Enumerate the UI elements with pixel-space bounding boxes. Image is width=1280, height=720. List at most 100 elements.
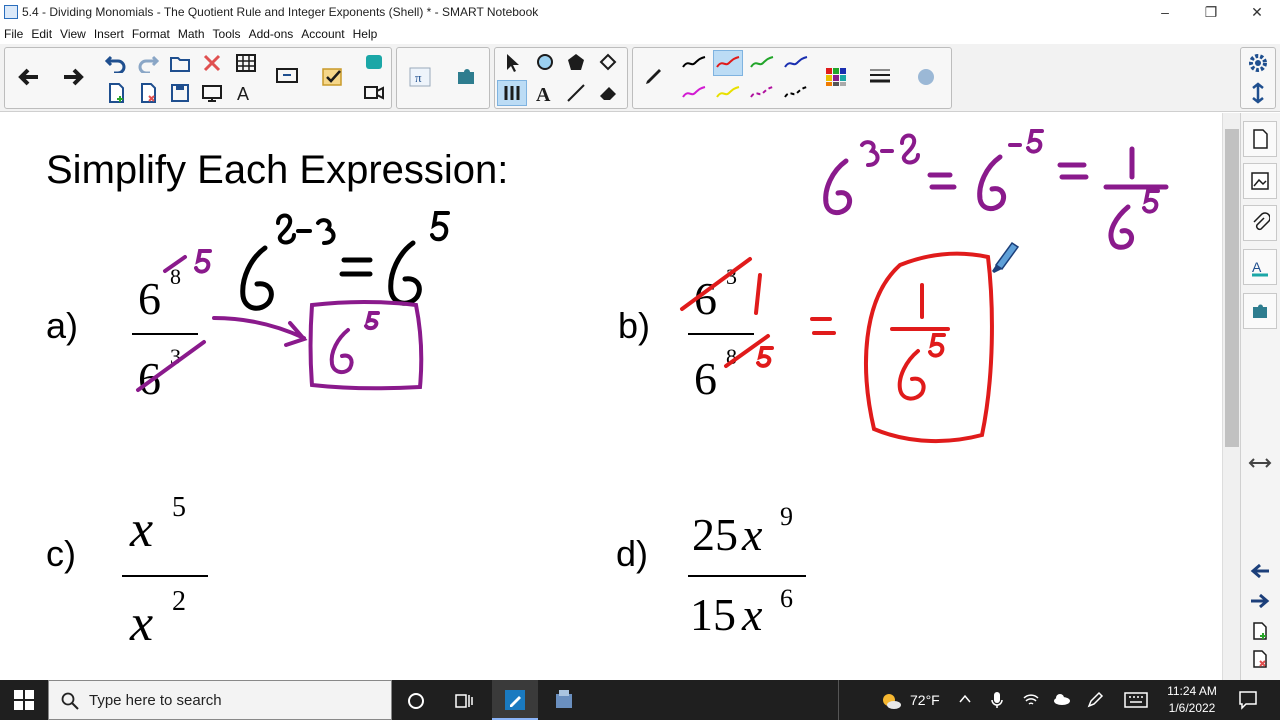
show-hidden-icons-icon[interactable] <box>958 692 972 709</box>
delete-page-icon[interactable] <box>133 80 163 106</box>
pen-style-yellow[interactable] <box>713 80 743 106</box>
vertical-scrollbar[interactable] <box>1222 113 1240 680</box>
weather-temperature[interactable]: 72°F <box>910 692 940 708</box>
line-thickness-icon[interactable] <box>865 64 895 90</box>
text-icon[interactable]: A <box>231 80 261 106</box>
toolbar-group-file: A <box>4 47 392 109</box>
puzzle-icon[interactable] <box>451 64 481 90</box>
pen-style-magenta[interactable] <box>679 80 709 106</box>
remove-page-icon[interactable] <box>1243 641 1277 677</box>
side-panel: A <box>1240 113 1280 680</box>
gear-icon[interactable] <box>1243 50 1273 76</box>
ink-b-purple-work <box>823 129 1169 250</box>
pen-cursor-icon <box>992 241 1020 273</box>
gallery-icon[interactable] <box>1243 163 1277 199</box>
minimize-button[interactable]: – <box>1142 0 1188 24</box>
menu-math[interactable]: Math <box>174 27 209 41</box>
line-icon[interactable] <box>561 80 591 106</box>
regular-polygon-icon[interactable] <box>561 50 591 76</box>
toolbar-group-pen-properties <box>632 47 952 109</box>
addons-puzzle-icon[interactable] <box>1243 293 1277 329</box>
menu-help[interactable]: Help <box>349 27 382 41</box>
svg-text:π: π <box>415 70 422 85</box>
undo-icon[interactable] <box>101 50 131 76</box>
clock-time: 11:24 AM <box>1167 684 1217 698</box>
menu-insert[interactable]: Insert <box>90 27 128 41</box>
ink-a-purple-work <box>136 249 424 392</box>
text-tool-icon[interactable]: A <box>529 80 559 106</box>
menu-edit[interactable]: Edit <box>27 27 56 41</box>
svg-text:A: A <box>536 84 551 104</box>
svg-text:A: A <box>237 84 249 103</box>
toolbar: A π A <box>0 44 1280 112</box>
menu-addons[interactable]: Add-ons <box>245 27 298 41</box>
search-icon <box>61 692 79 710</box>
pen-style-black-dashed[interactable] <box>781 80 811 106</box>
menu-format[interactable]: Format <box>128 27 174 41</box>
arrow-left-icon[interactable] <box>13 64 43 90</box>
keyboard-icon[interactable] <box>1124 692 1148 711</box>
delete-icon[interactable] <box>197 50 227 76</box>
pen-type-icon[interactable] <box>639 64 669 90</box>
weather-icon[interactable] <box>880 691 902 714</box>
screen-capture-icon[interactable] <box>197 80 227 106</box>
microphone-icon[interactable] <box>990 690 1004 713</box>
taskbar-smart-notebook-app[interactable] <box>492 680 538 720</box>
toolbar-group-addons: π <box>396 47 490 109</box>
math-pi-icon[interactable]: π <box>405 64 435 90</box>
svg-text:A: A <box>1252 259 1262 275</box>
fill-effects-icon[interactable] <box>911 64 941 90</box>
maximize-button[interactable]: ❐ <box>1188 0 1234 24</box>
menu-tools[interactable]: Tools <box>209 27 245 41</box>
color-palette-icon[interactable] <box>821 64 851 90</box>
window-title: 5.4 - Dividing Monomials - The Quotient … <box>22 5 539 19</box>
open-folder-icon[interactable] <box>165 50 195 76</box>
wifi-icon[interactable] <box>1022 692 1040 711</box>
window-controls: – ❐ ✕ <box>1142 0 1280 24</box>
activity-icon[interactable] <box>319 64 349 90</box>
properties-icon[interactable]: A <box>1243 249 1277 285</box>
pens-icon[interactable] <box>497 80 527 106</box>
windows-start-icon[interactable] <box>14 690 34 713</box>
redo-icon[interactable] <box>133 50 163 76</box>
task-view-icon[interactable] <box>454 691 474 714</box>
pen-style-red[interactable] <box>713 50 743 76</box>
response-icon[interactable] <box>359 50 389 76</box>
save-icon[interactable] <box>165 80 195 106</box>
clock[interactable]: 11:24 AM 1/6/2022 <box>1160 683 1224 717</box>
attachments-icon[interactable] <box>1243 205 1277 241</box>
menu-account[interactable]: Account <box>297 27 348 41</box>
new-page-icon[interactable] <box>101 80 131 106</box>
document-camera-icon[interactable] <box>273 64 303 90</box>
smart-notebook-taskbar-icon <box>505 690 525 710</box>
pen-style-purple-dashed[interactable] <box>747 80 777 106</box>
shapes-icon[interactable] <box>529 50 559 76</box>
eraser-icon[interactable] <box>593 80 623 106</box>
menu-file[interactable]: File <box>0 27 27 41</box>
menu-view[interactable]: View <box>56 27 90 41</box>
page-sorter-icon[interactable] <box>1243 121 1277 157</box>
fill-icon[interactable] <box>593 50 623 76</box>
close-button[interactable]: ✕ <box>1234 0 1280 24</box>
pen-style-black[interactable] <box>679 50 709 76</box>
taskbar-app-icon[interactable] <box>552 688 576 715</box>
pen-workspace-icon[interactable] <box>1086 691 1104 712</box>
windows-taskbar: Type here to search 72°F 11:24 AM 1/6/20… <box>0 680 1280 720</box>
toolbar-group-tools: A <box>494 47 628 109</box>
resize-panel-icon[interactable] <box>1243 445 1277 481</box>
taskbar-search-box[interactable]: Type here to search <box>48 680 392 720</box>
arrow-right-icon[interactable] <box>59 64 89 90</box>
cortana-icon[interactable] <box>406 691 426 714</box>
pen-style-blue[interactable] <box>781 50 811 76</box>
pen-style-green[interactable] <box>747 50 777 76</box>
select-icon[interactable] <box>497 50 527 76</box>
ink-layer <box>136 129 1169 444</box>
onedrive-cloud-icon[interactable] <box>1052 692 1072 709</box>
ink-a-black-work <box>240 211 450 311</box>
notifications-icon[interactable] <box>1238 690 1258 713</box>
table-icon[interactable] <box>231 50 261 76</box>
video-icon[interactable] <box>359 80 389 106</box>
move-toolbar-icon[interactable] <box>1243 80 1273 106</box>
scrollbar-thumb[interactable] <box>1225 129 1239 447</box>
taskbar-divider <box>838 680 839 720</box>
